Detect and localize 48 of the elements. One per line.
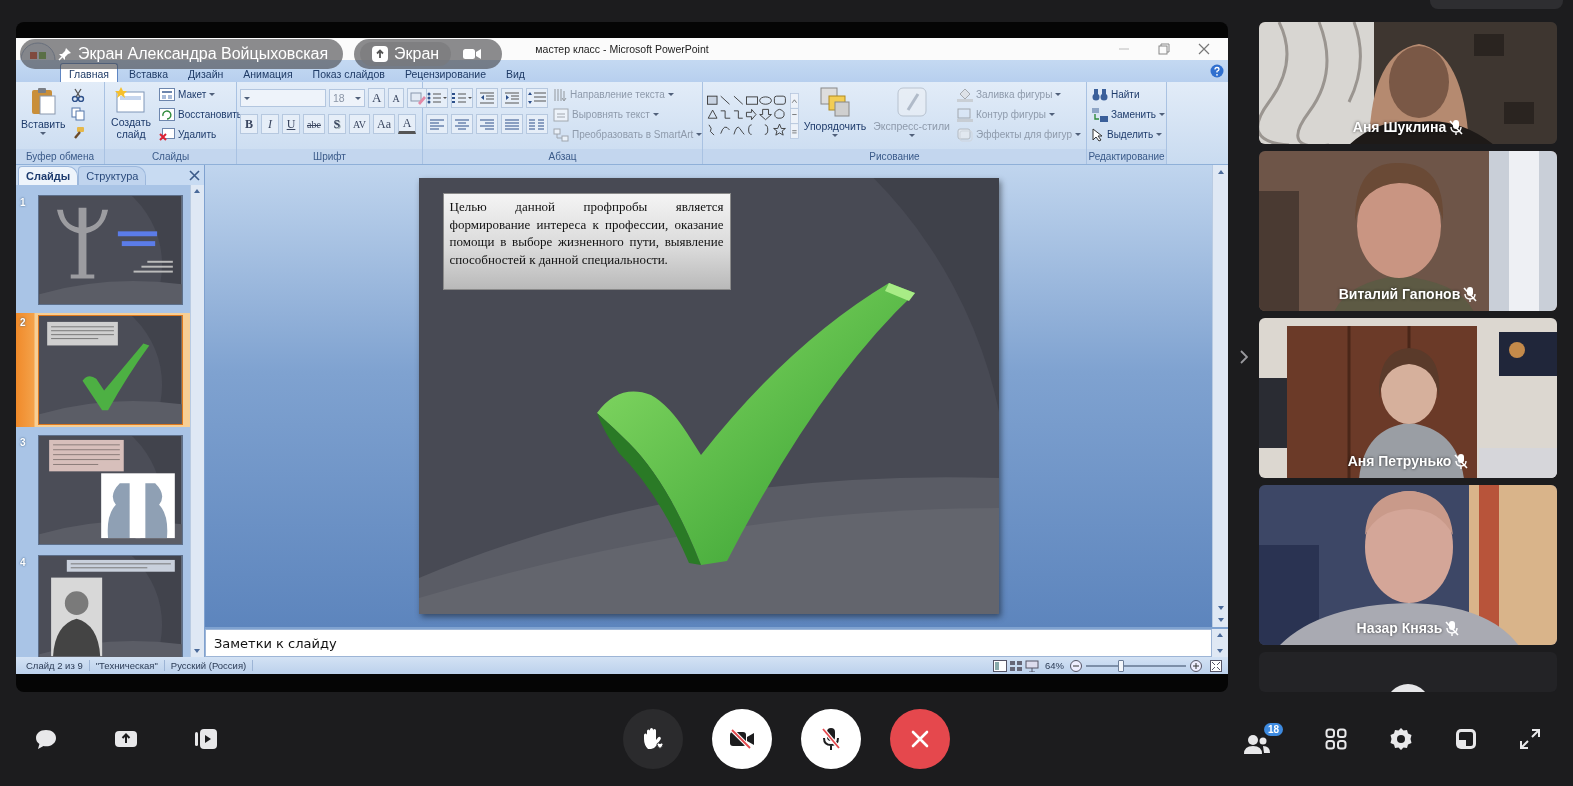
format-button[interactable]: abe — [303, 114, 325, 134]
ribbon-button[interactable]: Упорядочить — [801, 85, 869, 149]
format-button[interactable]: I — [261, 114, 279, 134]
count-badge: 18 — [1263, 723, 1283, 736]
format-button[interactable]: A — [398, 114, 417, 134]
notes-field[interactable]: Заметки к слайду — [205, 629, 1212, 657]
ribbon-tab[interactable]: Дизайн — [179, 63, 233, 82]
ribbon-tab[interactable]: Вставка — [119, 63, 177, 82]
status-text: Слайд 2 из 9 — [20, 660, 90, 671]
status-text: "Техническая" — [89, 660, 165, 671]
ribbon-button[interactable]: Выделить — [1090, 125, 1167, 144]
pane-tab[interactable]: Структура — [78, 166, 147, 185]
format-button[interactable]: S — [327, 114, 346, 134]
zoom-level: 64% — [1044, 660, 1065, 671]
ribbon-button[interactable]: Заменить — [1090, 105, 1167, 124]
group-title: Слайды — [105, 149, 236, 164]
participant-name: Назар Князь — [1356, 620, 1443, 637]
participant-name: Виталий Гапонов — [1338, 286, 1461, 303]
format-button[interactable]: Aa — [373, 114, 396, 134]
format-button[interactable]: AV — [348, 114, 371, 134]
presenter-name: Экран Александра Войцыховская — [78, 45, 329, 63]
group-title: Буфер обмена — [16, 149, 104, 164]
ribbon-tab[interactable]: Анимация — [234, 63, 302, 82]
group-title: Абзац — [423, 149, 702, 164]
paste-button[interactable]: Вставить — [19, 85, 68, 149]
group-title: Рисование — [703, 149, 1086, 164]
format-button[interactable]: B — [240, 114, 258, 134]
group-title: Редактирование — [1087, 149, 1166, 164]
ribbon-button[interactable]: Найти — [1090, 85, 1167, 104]
ribbon-tab[interactable]: Главная — [60, 63, 118, 82]
format-button[interactable]: U — [282, 114, 300, 134]
screen-button[interactable]: Экран — [360, 42, 452, 66]
pane-tab[interactable]: Слайды — [18, 166, 79, 185]
slide-number: 1 — [20, 196, 27, 208]
shrink-font-button[interactable]: A — [388, 88, 404, 108]
ribbon-tab[interactable]: Вид — [496, 63, 534, 82]
new-slide-button[interactable]: Создать слайд — [108, 85, 154, 149]
participants-button[interactable]: 18 — [1243, 723, 1283, 755]
ribbon-tab[interactable]: Рецензирование — [395, 63, 495, 82]
group-title: Шрифт — [237, 149, 422, 164]
window-title: мастер класс - Microsoft PowerPoint — [535, 43, 709, 55]
slide-text: Целью данной профпробы является формирование интереса к профессии, оказание помощи в выборе жизненного пути, выявление способностей к данной специальности. — [442, 193, 731, 290]
slide-number: 2 — [20, 316, 27, 328]
grow-font-button[interactable]: A — [368, 88, 386, 108]
ribbon-tab[interactable]: Показ слайдов — [303, 63, 394, 82]
slide-number: 4 — [20, 556, 27, 568]
status-text: Русский (Россия) — [164, 660, 254, 671]
slide-number: 3 — [20, 436, 27, 448]
